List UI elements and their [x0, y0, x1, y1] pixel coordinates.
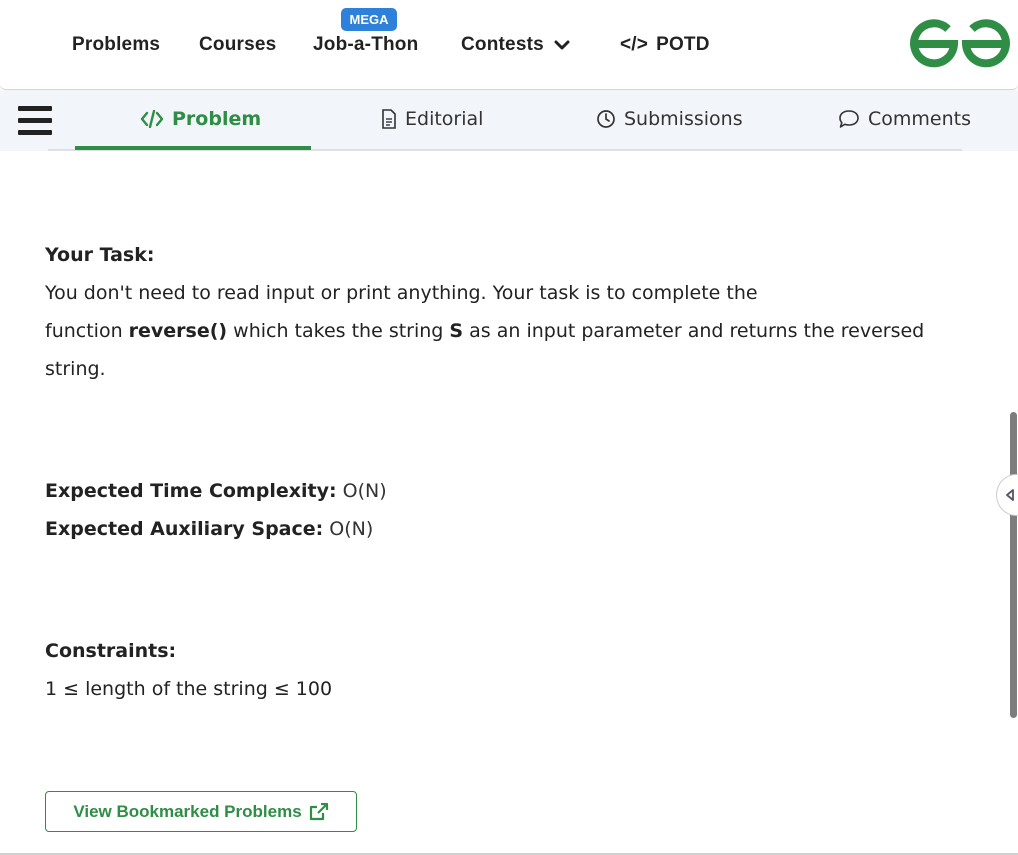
nav-problems[interactable]: Problems — [72, 34, 160, 56]
auxiliary-space: Expected Auxiliary Space: O(N) — [45, 518, 373, 540]
nav-potd[interactable]: </> POTD — [620, 34, 710, 56]
task-description: You don't need to read input or print an… — [45, 274, 965, 388]
hamburger-menu-icon[interactable] — [18, 106, 52, 136]
document-icon — [382, 109, 396, 129]
view-bookmarked-problems-button[interactable]: View Bookmarked Problems — [45, 791, 357, 832]
active-tab-indicator — [75, 146, 311, 150]
nav-job-a-thon[interactable]: Job-a-Thon — [313, 34, 418, 56]
auxiliary-space-value: O(N) — [323, 518, 374, 540]
constraint-item: 1 ≤ length of the string ≤ 100 — [45, 678, 333, 700]
constraints-heading: Constraints: — [45, 640, 177, 662]
time-complexity-label: Expected Time Complexity: — [45, 480, 337, 502]
task-heading: Your Task: — [45, 244, 155, 266]
tab-problem[interactable]: Problem — [140, 108, 261, 130]
clock-icon — [597, 110, 615, 128]
param-name: S — [449, 320, 464, 342]
nav-potd-label: POTD — [656, 34, 710, 55]
chevron-left-icon — [1006, 489, 1014, 501]
task-line-2: function reverse() which takes the strin… — [45, 312, 965, 350]
tab-editorial-label: Editorial — [405, 108, 484, 130]
chevron-down-icon — [554, 40, 570, 50]
nav-contests[interactable]: Contests — [461, 34, 570, 56]
task-text: which takes the string — [227, 320, 450, 342]
task-line-3: string. — [45, 358, 106, 380]
collapse-panel-handle[interactable] — [996, 474, 1018, 516]
task-text: as an input parameter and returns the re… — [463, 320, 925, 342]
function-name: reverse() — [128, 320, 228, 342]
nav-courses[interactable]: Courses — [199, 34, 276, 56]
tab-submissions-label: Submissions — [624, 108, 743, 130]
tab-submissions[interactable]: Submissions — [596, 108, 743, 130]
top-navbar: Problems Courses MEGA Job-a-Thon Contest… — [0, 0, 1018, 90]
tab-comments[interactable]: Comments — [838, 108, 971, 130]
nav-contests-label: Contests — [461, 34, 544, 55]
tab-problem-label: Problem — [172, 108, 262, 130]
code-icon: </> — [620, 34, 649, 55]
mega-badge: MEGA — [341, 8, 397, 31]
task-line-1: You don't need to read input or print an… — [45, 282, 758, 304]
bookmark-button-label: View Bookmarked Problems — [73, 801, 302, 821]
code-icon — [140, 110, 164, 128]
time-complexity: Expected Time Complexity: O(N) — [45, 480, 387, 502]
gfg-logo-icon[interactable] — [908, 15, 1012, 73]
scrollbar-thumb[interactable] — [1010, 412, 1017, 718]
external-link-icon — [309, 802, 328, 820]
tab-editorial[interactable]: Editorial — [381, 108, 483, 130]
task-text: function — [45, 320, 129, 342]
auxiliary-space-label: Expected Auxiliary Space: — [45, 518, 324, 540]
time-complexity-value: O(N) — [336, 480, 387, 502]
chat-bubble-icon — [839, 110, 859, 128]
tab-comments-label: Comments — [868, 108, 971, 130]
